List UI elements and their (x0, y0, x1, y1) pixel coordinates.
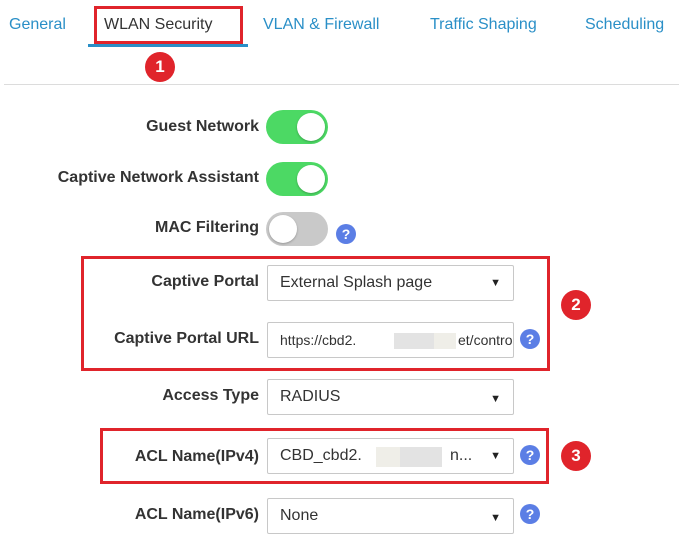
access-type-value: RADIUS (280, 388, 341, 405)
guest-network-label: Guest Network (146, 118, 259, 135)
redacted-block (376, 447, 400, 467)
tab-traffic-shaping[interactable]: Traffic Shaping (430, 16, 537, 34)
tab-general[interactable]: General (9, 16, 66, 34)
tab-scheduling[interactable]: Scheduling (585, 16, 664, 34)
captive-portal-url-prefix: https://cbd2. (280, 332, 357, 348)
mac-filtering-toggle[interactable] (266, 212, 328, 246)
guest-network-toggle[interactable] (266, 110, 328, 144)
acl-ipv6-label: ACL Name(IPv6) (134, 506, 259, 523)
captive-portal-url-input[interactable]: https://cbd2. et/contro (267, 322, 514, 358)
acl-ipv4-label: ACL Name(IPv4) (134, 448, 259, 465)
chevron-down-icon: ▼ (490, 450, 501, 462)
acl-ipv4-help-icon[interactable]: ? (520, 445, 540, 465)
chevron-down-icon: ▼ (490, 393, 501, 405)
access-type-select[interactable]: RADIUS ▼ (267, 379, 514, 415)
acl-ipv6-help-icon[interactable]: ? (520, 504, 540, 524)
mac-filtering-label: MAC Filtering (155, 219, 259, 236)
chevron-down-icon: ▼ (490, 512, 501, 524)
captive-network-assistant-label: Captive Network Assistant (57, 169, 259, 186)
active-tab-underline (88, 44, 248, 47)
captive-portal-url-suffix: et/contro (458, 332, 513, 348)
access-type-label: Access Type (162, 387, 259, 404)
toggle-knob (297, 165, 325, 193)
toggle-knob (269, 215, 297, 243)
acl-ipv4-prefix: CBD_cbd2. (280, 447, 362, 464)
chevron-down-icon: ▼ (490, 277, 501, 289)
redacted-block (434, 333, 456, 349)
acl-ipv6-value: None (280, 507, 319, 524)
captive-portal-value: External Splash page (280, 274, 433, 291)
redacted-block (394, 333, 434, 349)
captive-portal-label: Captive Portal (151, 273, 259, 290)
toggle-knob (297, 113, 325, 141)
captive-portal-url-label: Captive Portal URL (114, 330, 259, 347)
captive-portal-url-help-icon[interactable]: ? (520, 329, 540, 349)
redacted-block (400, 447, 442, 467)
captive-portal-select[interactable]: External Splash page ▼ (267, 265, 514, 301)
acl-ipv4-select[interactable]: CBD_cbd2. n... ▼ (267, 438, 514, 474)
annotation-box-1 (94, 6, 243, 44)
captive-network-assistant-toggle[interactable] (266, 162, 328, 196)
divider (4, 84, 679, 85)
mac-filtering-help-icon[interactable]: ? (336, 224, 356, 244)
annotation-badge-3: 3 (561, 441, 591, 471)
acl-ipv4-suffix: n... (450, 447, 473, 464)
annotation-badge-1: 1 (145, 52, 175, 82)
annotation-badge-2: 2 (561, 290, 591, 320)
tab-vlan-firewall[interactable]: VLAN & Firewall (263, 16, 379, 34)
